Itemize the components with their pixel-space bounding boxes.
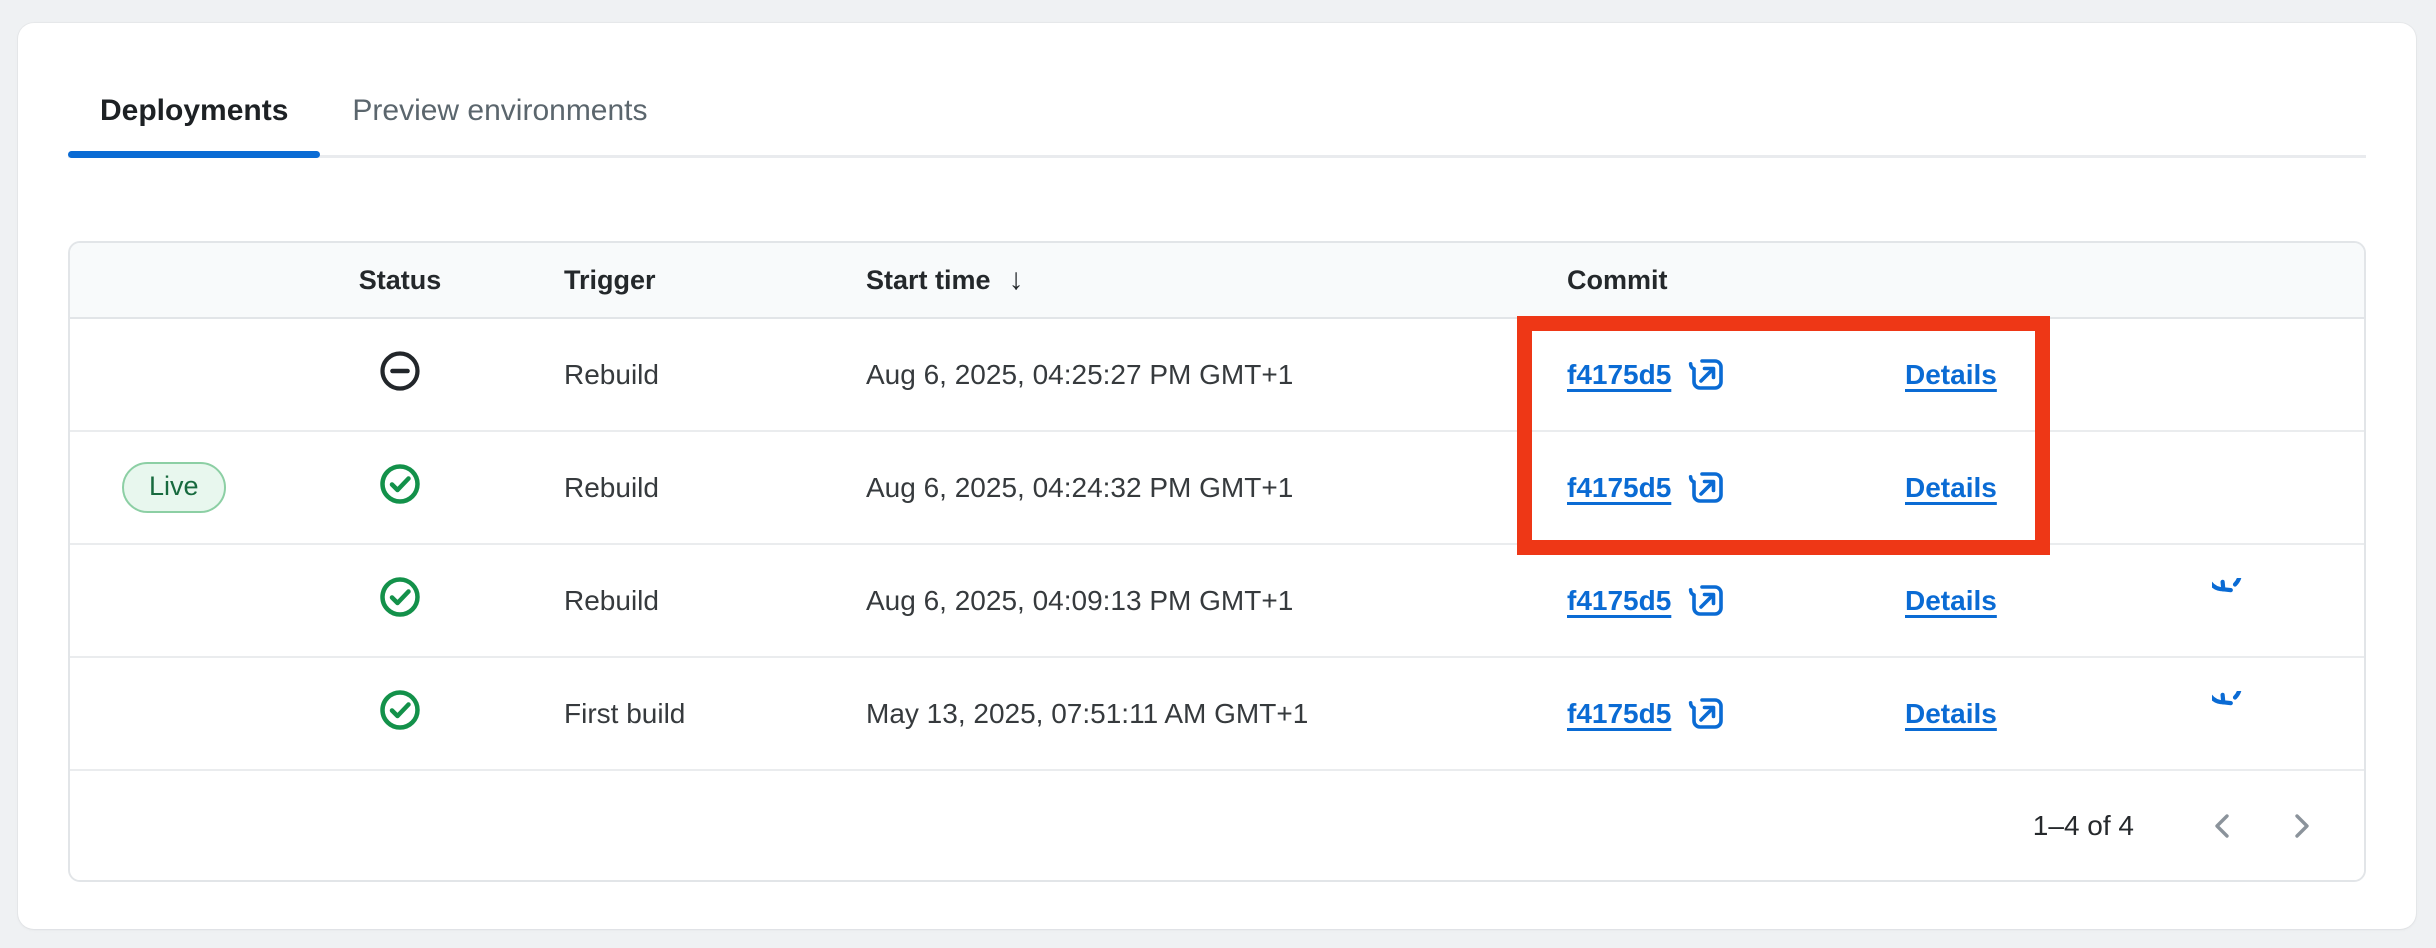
sort-desc-arrow-icon: ↓: [1009, 263, 1024, 297]
live-badge: Live: [122, 462, 226, 513]
trigger-cell: Rebuild: [510, 585, 810, 617]
external-link-icon[interactable]: [1687, 468, 1727, 508]
external-link-icon[interactable]: [1687, 694, 1727, 734]
circle-check-icon: [377, 687, 423, 740]
circle-minus-icon: [377, 348, 423, 401]
commit-cell: f4175d5: [1512, 468, 1850, 508]
header-start-time[interactable]: Start time ↓: [810, 263, 1512, 297]
commit-link[interactable]: f4175d5: [1567, 585, 1671, 617]
trigger-cell: First build: [510, 698, 810, 730]
table-row: First build May 13, 2025, 07:51:11 AM GM…: [70, 658, 2364, 771]
details-link[interactable]: Details: [1905, 472, 1997, 503]
deployments-card: Deployments Preview environments Status …: [18, 23, 2416, 929]
trigger-cell: Rebuild: [510, 359, 810, 391]
trigger-cell: Rebuild: [510, 472, 810, 504]
tab-bar: Deployments Preview environments: [68, 23, 2366, 158]
table-row: Rebuild Aug 6, 2025, 04:09:13 PM GMT+1 f…: [70, 545, 2364, 658]
retry-icon[interactable]: [2212, 691, 2258, 737]
commit-link[interactable]: f4175d5: [1567, 472, 1671, 504]
retry-icon[interactable]: [2212, 578, 2258, 624]
tab-deployments[interactable]: Deployments: [68, 93, 320, 155]
header-commit: Commit: [1512, 265, 1850, 296]
start-time-cell: Aug 6, 2025, 04:25:27 PM GMT+1: [810, 359, 1512, 391]
circle-check-icon: [377, 461, 423, 514]
deployments-table: Status Trigger Start time ↓ Commit: [68, 241, 2366, 882]
circle-check-icon: [377, 574, 423, 627]
table-footer: 1–4 of 4: [70, 771, 2364, 880]
header-trigger: Trigger: [510, 265, 810, 296]
chevron-left-icon[interactable]: [2200, 803, 2246, 849]
table-row: Rebuild Aug 6, 2025, 04:25:27 PM GMT+1 f…: [70, 319, 2364, 432]
details-link[interactable]: Details: [1905, 359, 1997, 390]
commit-link[interactable]: f4175d5: [1567, 359, 1671, 391]
pagination-range-label: 1–4 of 4: [2033, 810, 2134, 842]
tab-preview-environments[interactable]: Preview environments: [320, 93, 679, 155]
start-time-cell: Aug 6, 2025, 04:24:32 PM GMT+1: [810, 472, 1512, 504]
external-link-icon[interactable]: [1687, 355, 1727, 395]
header-status: Status: [290, 265, 510, 296]
header-start-time-label: Start time: [866, 265, 991, 296]
commit-link[interactable]: f4175d5: [1567, 698, 1671, 730]
commit-cell: f4175d5: [1512, 581, 1850, 621]
start-time-cell: May 13, 2025, 07:51:11 AM GMT+1: [810, 698, 1512, 730]
start-time-cell: Aug 6, 2025, 04:09:13 PM GMT+1: [810, 585, 1512, 617]
details-link[interactable]: Details: [1905, 585, 1997, 616]
deployments-page: { "tabs": [ { "label": "Deployments", "a…: [0, 0, 2436, 948]
table-header-row: Status Trigger Start time ↓ Commit: [70, 243, 2364, 319]
details-link[interactable]: Details: [1905, 698, 1997, 729]
table-row: Live Rebuild Aug 6, 2025, 04:24:32 PM GM…: [70, 432, 2364, 545]
external-link-icon[interactable]: [1687, 581, 1727, 621]
commit-cell: f4175d5: [1512, 694, 1850, 734]
chevron-right-icon[interactable]: [2278, 803, 2324, 849]
commit-cell: f4175d5: [1512, 355, 1850, 395]
